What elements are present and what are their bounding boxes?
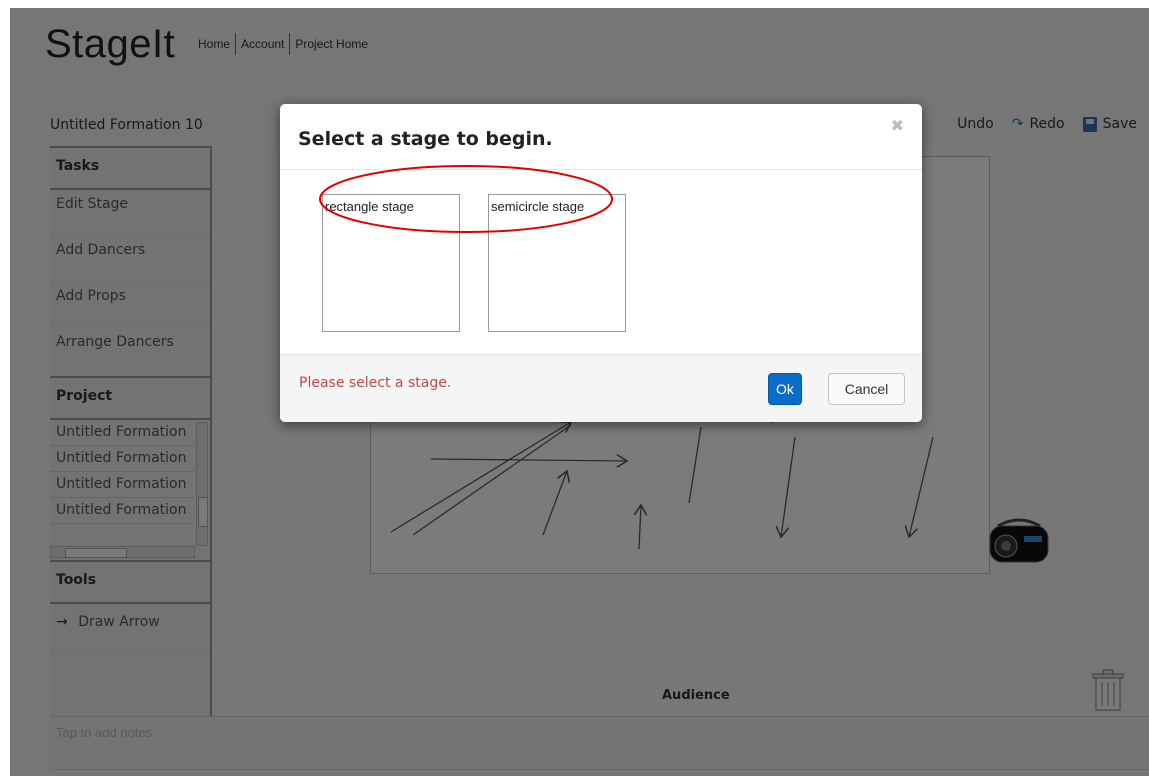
close-icon[interactable]: ✖	[891, 116, 904, 135]
select-stage-dialog: Select a stage to begin. ✖ rectangle sta…	[280, 104, 922, 422]
stage-option-semicircle[interactable]: semicircle stage	[488, 194, 626, 332]
dialog-title: Select a stage to begin.	[298, 128, 553, 150]
ok-button[interactable]: Ok	[768, 373, 802, 405]
dialog-header: Select a stage to begin. ✖	[280, 104, 922, 170]
error-message: Please select a stage.	[299, 375, 452, 391]
stage-option-label: rectangle stage	[325, 199, 414, 214]
cancel-button[interactable]: Cancel	[828, 373, 905, 405]
dialog-body: rectangle stage semicircle stage	[280, 170, 922, 354]
dialog-footer: Please select a stage. Ok Cancel	[280, 354, 922, 422]
stage-option-label: semicircle stage	[491, 199, 585, 214]
stage-option-rectangle[interactable]: rectangle stage	[322, 194, 460, 332]
